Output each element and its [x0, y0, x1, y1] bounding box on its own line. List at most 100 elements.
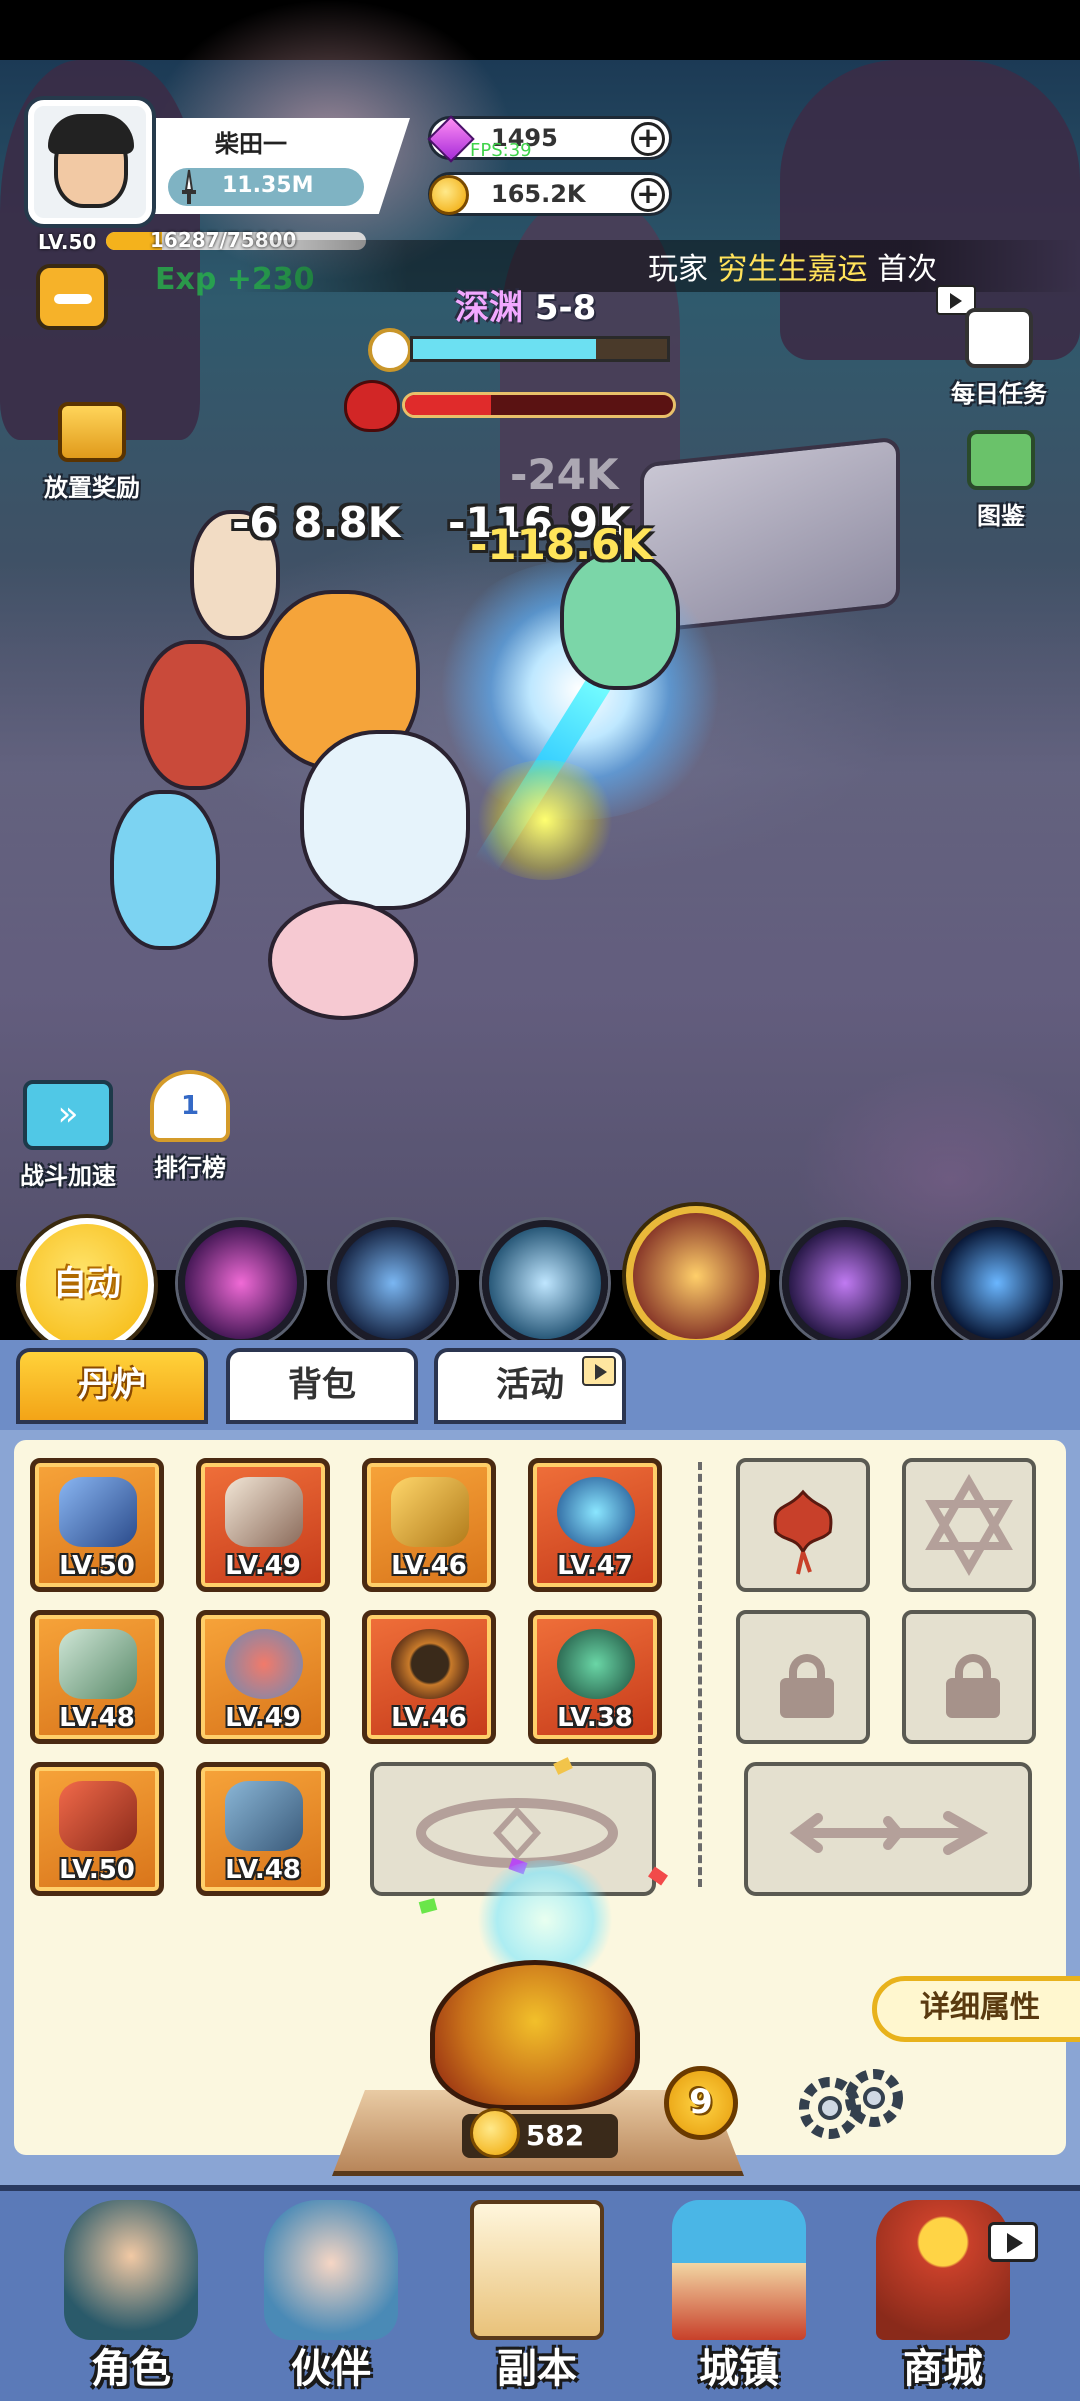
- idle-reward-label: 放置奖励: [44, 474, 140, 502]
- stage-timer-bar: [410, 336, 670, 362]
- nav-town[interactable]: 城镇: [644, 2190, 834, 2396]
- hero-unit-girl: [110, 790, 220, 950]
- fps-overlay: FPS:39: [470, 140, 532, 161]
- equipment-level: LV.46: [391, 1703, 467, 1733]
- boss-hp-fill: [405, 395, 491, 415]
- broadcast-prefix: 玩家: [648, 252, 708, 287]
- nav-shop[interactable]: 商城: [848, 2190, 1038, 2396]
- avatar-hair: [48, 114, 134, 154]
- furnace-level-badge[interactable]: 9: [664, 2066, 738, 2140]
- furnace-count-value: 582: [525, 2119, 585, 2152]
- collapse-ui-button[interactable]: [36, 264, 108, 330]
- beads-bracelet-icon: [391, 1629, 469, 1699]
- detail-attributes-button[interactable]: 详细属性: [872, 1976, 1080, 2042]
- idle-reward-button[interactable]: 放置奖励: [22, 402, 162, 503]
- gem-counter: 1495 +: [427, 115, 672, 163]
- tab-backpack[interactable]: 背包: [226, 1348, 418, 1424]
- broadcast-suffix: 首次: [877, 252, 938, 287]
- equipment-level: LV.50: [59, 1855, 135, 1885]
- flame-flower-icon: [773, 1489, 833, 1575]
- nav-character-label: 角色: [36, 2336, 226, 2394]
- tab-alchemy-furnace[interactable]: 丹炉: [16, 1348, 208, 1424]
- locked-slot[interactable]: [902, 1610, 1036, 1744]
- nav-partner[interactable]: 伙伴: [236, 2190, 426, 2396]
- hexagram-icon: [925, 1474, 1013, 1576]
- video-ad-icon: [988, 2222, 1038, 2262]
- lightning-effect: [470, 760, 620, 880]
- character-portrait-icon: [64, 2200, 198, 2340]
- nav-shop-label: 商城: [848, 2336, 1038, 2394]
- boss-hp-bar: [402, 392, 676, 418]
- equipment-level: LV.48: [59, 1703, 135, 1733]
- coin-counter: 165.2K +: [428, 172, 672, 216]
- leaderboard-button[interactable]: 1 排行榜: [130, 1070, 250, 1183]
- alchemy-furnace-button[interactable]: [430, 1960, 640, 2110]
- game-screen: -6 8.8K -116.9K -118.6K -24K 柴田一 11.35M …: [0, 0, 1080, 2401]
- equipment-level: LV.49: [225, 1703, 301, 1733]
- nav-dungeon[interactable]: 副本: [442, 2190, 632, 2396]
- damage-number: -6 8.8K: [232, 498, 401, 547]
- codex-label: 图鉴: [977, 502, 1025, 530]
- equipment-level: LV.47: [557, 1551, 633, 1581]
- horned-helmet-icon: [225, 1477, 303, 1547]
- special-slot-hexagram[interactable]: [902, 1458, 1036, 1592]
- slot-divider: [698, 1462, 702, 1887]
- stage-number: 5-8: [534, 288, 597, 328]
- tab-activity[interactable]: 活动: [434, 1348, 626, 1424]
- damage-number: -118.6K: [470, 520, 653, 569]
- orb-icon: [557, 1477, 635, 1547]
- add-gems-button[interactable]: +: [631, 122, 665, 156]
- enemy-unit: [560, 550, 680, 690]
- hero-unit-warrior: [140, 640, 250, 790]
- equipment-slot-orb[interactable]: LV.47: [528, 1458, 662, 1592]
- equipment-slot-shield[interactable]: LV.49: [196, 1610, 330, 1744]
- nav-partner-label: 伙伴: [236, 2336, 426, 2394]
- equipment-slot-armor[interactable]: LV.46: [362, 1458, 496, 1592]
- nav-character[interactable]: 角色: [36, 2190, 226, 2396]
- fan-icon: [59, 1629, 137, 1699]
- boots-icon: [225, 1781, 303, 1851]
- player-avatar[interactable]: [28, 100, 152, 224]
- coin-value: 165.2K: [491, 180, 586, 208]
- scroll-map-icon: [470, 2200, 604, 2340]
- battle-speed-label: 战斗加速: [20, 1162, 116, 1190]
- stage-label: 深渊 5-8: [455, 280, 596, 329]
- qilin-summon-skill-icon[interactable]: [482, 1220, 608, 1346]
- battle-speed-button[interactable]: » 战斗加速: [8, 1080, 128, 1191]
- podium-icon: 1: [150, 1070, 230, 1142]
- daily-tasks-button[interactable]: 每日任务: [934, 308, 1064, 409]
- leaderboard-label: 排行榜: [154, 1154, 226, 1182]
- purple-vortex-skill-icon[interactable]: [178, 1220, 304, 1346]
- equipment-slot-fan[interactable]: LV.48: [30, 1610, 164, 1744]
- equipment-slot-helmet[interactable]: LV.49: [196, 1458, 330, 1592]
- locked-slot[interactable]: [736, 1610, 870, 1744]
- lock-icon: [780, 1654, 834, 1718]
- equipment-level: LV.38: [557, 1703, 633, 1733]
- special-slot-flower[interactable]: [736, 1458, 870, 1592]
- equipment-slot-belt[interactable]: LV.50: [30, 1762, 164, 1896]
- spear-icon: [59, 1477, 137, 1547]
- equipment-slot-spear[interactable]: LV.50: [30, 1458, 164, 1592]
- auto-battle-button[interactable]: 自动: [20, 1218, 154, 1352]
- equipment-slot-pendant[interactable]: LV.38: [528, 1610, 662, 1744]
- weapon-slot[interactable]: [744, 1762, 1032, 1896]
- beast-ultimate-skill-icon[interactable]: [626, 1206, 766, 1346]
- timer-bar-fill: [413, 339, 596, 359]
- shield-icon: [225, 1629, 303, 1699]
- combat-power: 11.35M: [222, 173, 314, 198]
- player-name: 柴田一: [215, 130, 287, 158]
- lock-icon: [946, 1654, 1000, 1718]
- add-coins-button[interactable]: +: [631, 178, 665, 212]
- lightning-card-skill-icon[interactable]: [330, 1220, 456, 1346]
- coin-icon: [429, 175, 469, 215]
- codex-button[interactable]: 图鉴: [946, 430, 1056, 531]
- equipment-slot-boots[interactable]: LV.48: [196, 1762, 330, 1896]
- video-ad-icon: [582, 1356, 616, 1386]
- trident-icon: [789, 1811, 989, 1855]
- equipment-level: LV.49: [225, 1551, 301, 1581]
- dark-swirl-skill-icon[interactable]: [782, 1220, 908, 1346]
- gear-icon[interactable]: [790, 2060, 908, 2144]
- blue-comet-skill-icon[interactable]: [934, 1220, 1060, 1346]
- equipment-slot-bracelet[interactable]: LV.46: [362, 1610, 496, 1744]
- sword-icon: [182, 169, 196, 204]
